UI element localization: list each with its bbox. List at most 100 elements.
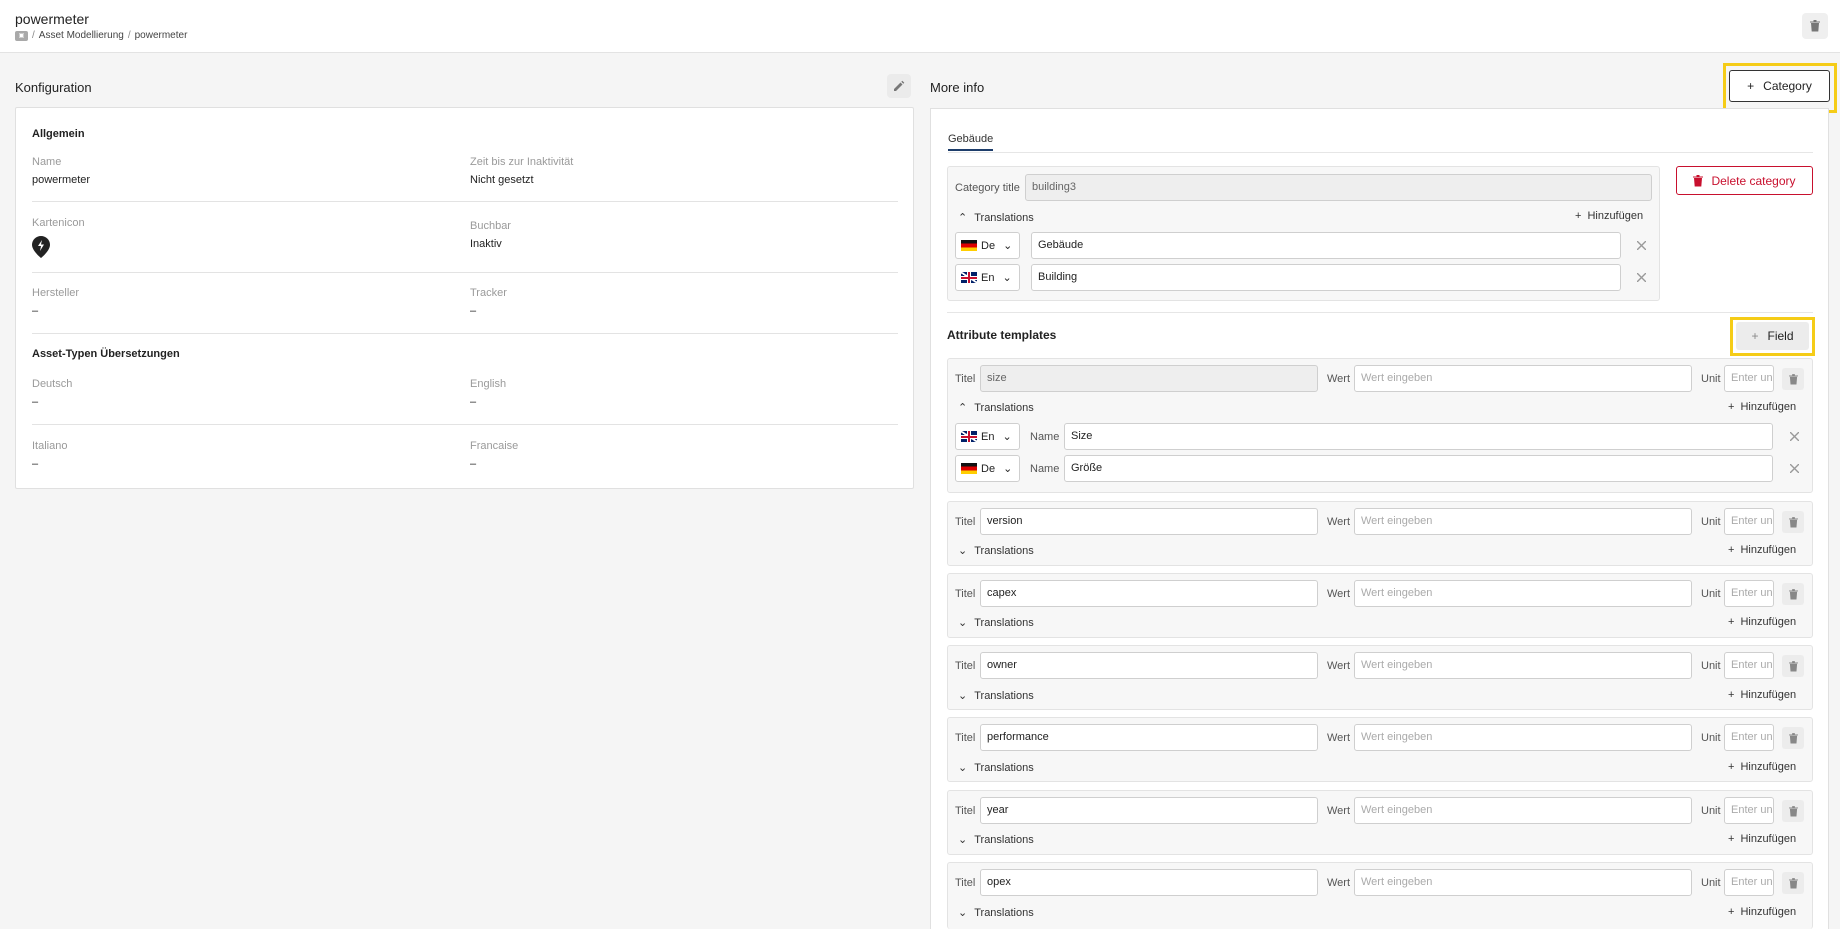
category-translation-input[interactable]: Gebäude	[1031, 232, 1621, 259]
attribute-add-translation-button[interactable]: + Hinzufügen	[1728, 616, 1796, 628]
delete-attribute-button[interactable]	[1782, 368, 1804, 390]
attribute-value-input[interactable]: Wert eingeben	[1354, 797, 1692, 824]
attribute-translation-input[interactable]: Size	[1064, 423, 1773, 450]
delete-attribute-button[interactable]	[1782, 655, 1804, 677]
chevron-up-icon: ⌃	[958, 212, 968, 224]
attribute-unit-input[interactable]: Enter unit	[1724, 652, 1774, 679]
remove-translation-button[interactable]	[1784, 458, 1804, 478]
edit-konfiguration-button[interactable]	[887, 74, 911, 98]
attribute-value-input[interactable]: Wert eingeben	[1354, 724, 1692, 751]
attribute-unit-input[interactable]: Enter unit	[1724, 580, 1774, 607]
close-icon	[1636, 240, 1646, 250]
attribute-title-input[interactable]: performance	[980, 724, 1318, 751]
remove-translation-button[interactable]	[1631, 235, 1651, 255]
delete-attribute-button[interactable]	[1782, 727, 1804, 749]
attribute-unit-input[interactable]: Enter unit	[1724, 508, 1774, 535]
delete-attribute-button[interactable]	[1782, 872, 1804, 894]
attribute-title-input[interactable]: capex	[980, 580, 1318, 607]
category-translation-input[interactable]: Building	[1031, 264, 1621, 291]
attribute-add-translation-button[interactable]: + Hinzufügen	[1728, 906, 1796, 918]
attribute-translations-toggle[interactable]: ⌄ Translations	[958, 833, 1034, 847]
delete-category-button[interactable]: Delete category	[1676, 166, 1813, 195]
breadcrumb-item-asset-modellierung[interactable]: Asset Modellierung	[39, 30, 124, 41]
delete-asset-button[interactable]	[1802, 13, 1828, 39]
attribute-add-translation-button[interactable]: + Hinzufügen	[1728, 401, 1796, 413]
attribute-unit-input[interactable]: Enter unit	[1724, 797, 1774, 824]
attribute-unit-input[interactable]: Enter unit	[1724, 365, 1774, 392]
language-select[interactable]: En ⌄	[955, 423, 1020, 450]
category-add-translation-button[interactable]: + Hinzufügen	[1575, 210, 1643, 222]
unit-label: Unit	[1701, 877, 1721, 889]
language-select[interactable]: De ⌄	[955, 455, 1020, 482]
inactivity-value: Nicht gesetzt	[470, 174, 534, 186]
delete-attribute-button[interactable]	[1782, 800, 1804, 822]
translations-label: Translations	[974, 544, 1034, 557]
add-label: Hinzufügen	[1740, 616, 1797, 628]
wert-label: Wert	[1327, 877, 1351, 889]
tab-gebaeude[interactable]: Gebäude	[948, 133, 994, 151]
attribute-title-input[interactable]: version	[980, 508, 1318, 535]
category-title-input[interactable]: building3	[1025, 174, 1652, 201]
trash-icon	[1788, 805, 1798, 816]
attribute-add-translation-button[interactable]: + Hinzufügen	[1728, 833, 1796, 845]
delete-attribute-button[interactable]	[1782, 511, 1804, 533]
attribute-title-input[interactable]: opex	[980, 869, 1318, 896]
wert-label: Wert	[1327, 805, 1351, 817]
attribute-translations-toggle[interactable]: ⌄ Translations	[958, 544, 1034, 558]
unit-label: Unit	[1701, 373, 1721, 385]
attribute-value-input[interactable]: Wert eingeben	[1354, 580, 1692, 607]
attribute-unit-input[interactable]: Enter unit	[1724, 724, 1774, 751]
attribute-title-input[interactable]: size	[980, 365, 1318, 392]
map-pin-bolt-icon	[32, 236, 50, 261]
flag-en-icon	[961, 431, 977, 442]
attribute-value-input[interactable]: Wert eingeben	[1354, 869, 1692, 896]
plus-icon: +	[1728, 689, 1735, 701]
remove-translation-button[interactable]	[1631, 267, 1651, 287]
add-field-button[interactable]: + Field	[1736, 322, 1809, 350]
attribute-translations-toggle[interactable]: ⌄ Translations	[958, 689, 1034, 703]
english-value: –	[470, 396, 477, 408]
page-title: powermeter	[15, 11, 89, 27]
divider	[32, 424, 898, 425]
titel-label: Titel	[955, 877, 976, 889]
wert-label: Wert	[1327, 516, 1351, 528]
attribute-translations-toggle[interactable]: ⌃ Translations	[958, 401, 1034, 415]
translations-label: Translations	[974, 833, 1034, 846]
attribute-translations-toggle[interactable]: ⌄ Translations	[958, 616, 1034, 630]
translations-label: Translations	[974, 906, 1034, 919]
language-code: De	[981, 239, 996, 252]
trash-icon	[1788, 373, 1798, 384]
attribute-translations-toggle[interactable]: ⌄ Translations	[958, 906, 1034, 920]
titel-label: Titel	[955, 660, 976, 672]
attribute-add-translation-button[interactable]: + Hinzufügen	[1728, 689, 1796, 701]
home-icon[interactable]: ▣	[15, 30, 28, 41]
add-label: Hinzufügen	[1740, 689, 1797, 701]
attribute-value-input[interactable]: Wert eingeben	[1354, 365, 1692, 392]
language-select[interactable]: En ⌄	[955, 264, 1020, 291]
attribute-title-input[interactable]: year	[980, 797, 1318, 824]
translations-label: Translations	[974, 689, 1034, 702]
unit-label: Unit	[1701, 516, 1721, 528]
titel-label: Titel	[955, 732, 976, 744]
attribute-unit-input[interactable]: Enter unit	[1724, 869, 1774, 896]
attribute-value-input[interactable]: Wert eingeben	[1354, 508, 1692, 535]
konfiguration-heading: Konfiguration	[15, 80, 92, 95]
attribute-add-translation-button[interactable]: + Hinzufügen	[1728, 761, 1796, 773]
add-category-button[interactable]: + Category	[1729, 70, 1830, 102]
delete-attribute-button[interactable]	[1782, 583, 1804, 605]
attribute-title-input[interactable]: owner	[980, 652, 1318, 679]
more-info-heading: More info	[930, 80, 985, 95]
tab-underline	[948, 152, 1813, 153]
attribute-translations-toggle[interactable]: ⌄ Translations	[958, 761, 1034, 775]
category-translations-toggle[interactable]: ⌃ Translations	[958, 211, 1034, 225]
attribute-translation-input[interactable]: Größe	[1064, 455, 1773, 482]
chevron-down-icon: ⌄	[958, 545, 968, 557]
attribute-add-translation-button[interactable]: + Hinzufügen	[1728, 544, 1796, 556]
chevron-down-icon: ⌄	[958, 617, 968, 629]
attribute-value-input[interactable]: Wert eingeben	[1354, 652, 1692, 679]
unit-label: Unit	[1701, 805, 1721, 817]
language-select[interactable]: De ⌄	[955, 232, 1020, 259]
asset-translations-title: Asset-Typen Übersetzungen	[32, 348, 180, 360]
remove-translation-button[interactable]	[1784, 426, 1804, 446]
inactivity-label: Zeit bis zur Inaktivität	[470, 156, 574, 168]
